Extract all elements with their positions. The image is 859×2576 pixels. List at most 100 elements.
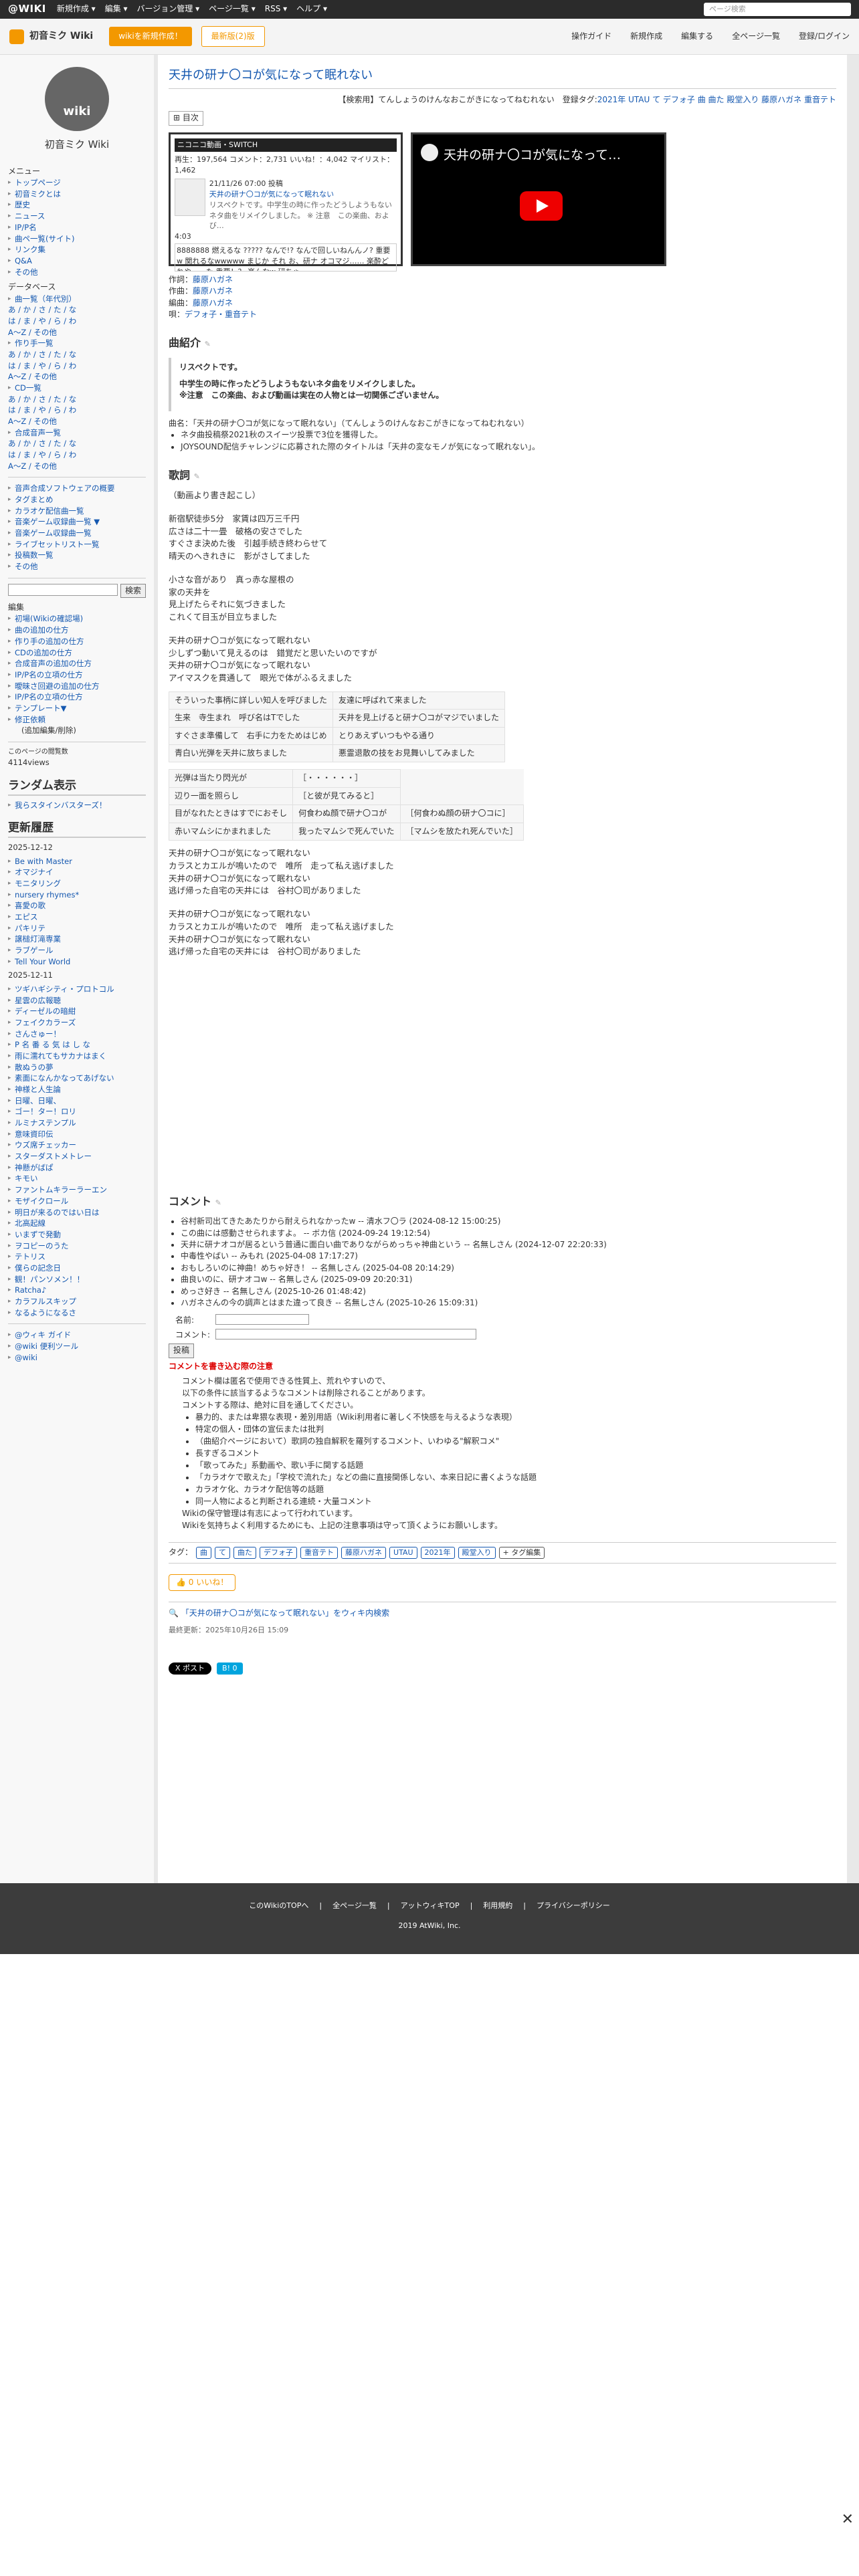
sidebar-db-cds[interactable]: CD一覧 [8,383,146,394]
x-post-button[interactable]: X ポスト [169,1662,212,1675]
update-item[interactable]: パキリテ [8,923,146,934]
latest-version-button[interactable]: 最新版(2)版 [201,25,265,47]
update-item[interactable]: Tell Your World [8,956,146,968]
hatena-button[interactable]: B! 0 [217,1662,243,1675]
sidebar-edit-item[interactable]: 初場(Wikiの確認場) [8,613,146,625]
sidebar-misc-item[interactable]: 音声合成ソフトウェアの概要 [8,483,146,494]
sidebar-misc-item[interactable]: ライブセットリスト一覧 [8,539,146,550]
sidebar-edit-item[interactable]: 作り手の追加の仕方 [8,636,146,647]
menu-rss[interactable]: RSS ▾ [265,3,287,15]
update-item[interactable]: モニタリング [8,878,146,889]
sidebar-misc-item[interactable]: 音楽ゲーム収録曲一覧 ▼ [8,516,146,528]
update-item[interactable]: モザイクロール [8,1196,146,1207]
sidebar-misc-item[interactable]: カラオケ配信曲一覧 [8,506,146,517]
footer-link[interactable]: 利用規約 [483,1901,512,1910]
tag-link[interactable]: 曲た [233,1546,257,1559]
kana-index[interactable]: は / ま / や / ら / わ [8,316,146,327]
update-item[interactable]: 観！パンソメン！！ [8,1274,146,1285]
update-item[interactable]: 日曜、日曜、 [8,1095,146,1107]
update-item[interactable]: キモい [8,1173,146,1184]
edit-link[interactable]: 編集する [681,31,713,42]
update-item[interactable]: 譲槌灯滝専業 [8,934,146,945]
youtube-title[interactable]: 天井の研ナ〇コが気になって… [444,146,621,165]
sidebar-edit-item[interactable]: 合成音声の追加の仕方 [8,658,146,669]
sidebar-menu-item[interactable]: IP/P名 [8,222,146,233]
sidebar-misc-item[interactable]: 音楽ゲーム収録曲一覧 [8,528,146,539]
update-item[interactable]: ルミナステンプル [8,1117,146,1129]
update-item[interactable]: nursery rhymes* [8,889,146,901]
nico-thumbnail[interactable] [175,178,205,216]
guide-link[interactable]: @ウィキ ガイド [8,1329,146,1341]
kana-index[interactable]: あ / か / さ / た / な [8,394,146,405]
tag-link[interactable]: UTAU [389,1546,417,1559]
tag-edit-button[interactable]: + タグ編集 [498,1546,545,1559]
comment-text-input[interactable] [215,1329,476,1340]
create-wiki-button[interactable]: wikiを新規作成！ [109,26,192,47]
niconico-embed[interactable]: ニコニコ動画・SWITCH 再生：197,564 コメント：2,731 いいね！… [169,132,403,272]
sidebar-edit-item[interactable]: テンプレート▼ [8,703,146,714]
update-item[interactable]: フェイクカラーズ [8,1017,146,1029]
sidebar-db-creators[interactable]: 作り手一覧 [8,338,146,349]
all-pages-link[interactable]: 全ページ一覧 [732,31,780,42]
atwiki-logo[interactable]: @WIKI [8,2,46,17]
kana-index[interactable]: A〜Z / その他 [8,327,146,338]
edit-pencil-icon[interactable]: ✎ [194,472,200,481]
sidebar-edit-item[interactable]: CDの追加の仕方 [8,647,146,659]
play-icon[interactable] [520,191,563,221]
edit-pencil-icon[interactable]: ✎ [205,340,211,348]
footer-link[interactable]: プライバシーポリシー [537,1901,610,1910]
sidebar-menu-item[interactable]: Q&A [8,255,146,267]
close-icon[interactable]: ✕ [842,2509,854,2531]
sidebar-edit-item[interactable]: IP/P名の立項の仕方 [8,669,146,681]
sidebar-menu-item[interactable]: その他 [8,267,146,278]
sidebar-misc-item[interactable]: タグまとめ [8,494,146,506]
like-button[interactable]: 👍 0 いいね！ [169,1574,236,1592]
update-item[interactable]: 北高起線 [8,1218,146,1229]
update-item[interactable]: 意味資印伝 [8,1129,146,1140]
page-title[interactable]: 天井の研ナ〇コが気になって眠れない [169,67,836,90]
sidebar-misc-item[interactable]: その他 [8,561,146,572]
edit-pencil-icon[interactable]: ✎ [215,1198,221,1207]
youtube-embed[interactable]: 天井の研ナ〇コが気になって… [411,132,666,266]
sidebar-edit-item[interactable]: 曲の追加の仕方 [8,625,146,636]
tag-link[interactable]: デフォ子 [260,1546,298,1559]
kana-index[interactable]: A〜Z / その他 [8,416,146,427]
login-link[interactable]: 登録/ログイン [799,31,850,42]
sidebar-menu-item[interactable]: リンク集 [8,244,146,255]
update-item[interactable]: スターダストメトレー [8,1151,146,1162]
sidebar-search-button[interactable]: 検索 [120,583,146,599]
update-item[interactable]: ウズ席チェッカー [8,1140,146,1151]
sidebar-menu-item[interactable]: 歴史 [8,199,146,211]
guide-link[interactable]: @wiki 便利ツール [8,1341,146,1352]
tag-link[interactable]: 曲 [196,1546,212,1559]
update-item[interactable]: カラフルスキップ [8,1296,146,1307]
update-item[interactable]: 神様と人生論 [8,1084,146,1095]
kana-index[interactable]: あ / か / さ / た / な [8,438,146,449]
update-item[interactable]: オマジナイ [8,867,146,878]
update-item[interactable]: ディーゼルの暗紺 [8,1006,146,1017]
tag-link[interactable]: 重音テト [300,1546,339,1559]
channel-avatar[interactable] [421,143,438,161]
kana-index[interactable]: A〜Z / その他 [8,371,146,383]
sidebar-misc-item[interactable]: 投稿数一覧 [8,550,146,561]
update-item[interactable]: エピス [8,911,146,923]
tag-link[interactable]: 藤原ハガネ [341,1546,387,1559]
update-item[interactable]: いまずで発動 [8,1229,146,1241]
update-item[interactable]: ツギハギシティ・プロトコル [8,984,146,995]
toc-toggle[interactable]: ⊞ 目次 [169,111,203,126]
tag-link[interactable]: 2021年 [420,1546,455,1559]
sidebar-search-input[interactable] [8,583,118,596]
update-item[interactable]: Ratcha♪ [8,1285,146,1296]
kana-index[interactable]: は / ま / や / ら / わ [8,449,146,461]
sidebar-db-songs[interactable]: 曲一覧（年代別） [8,294,146,305]
update-item[interactable]: 喜愛の歌 [8,900,146,911]
footer-link[interactable]: 全ページ一覧 [332,1901,377,1910]
comment-submit-button[interactable]: 投稿 [169,1344,195,1358]
wiki-title[interactable]: 初音ミク Wiki [9,29,93,44]
nico-title[interactable]: 天井の研ナ〇コが気になって眠れない [209,189,397,200]
update-item[interactable]: P 名 番 る 気 は し な [8,1039,146,1051]
kana-index[interactable]: A〜Z / その他 [8,461,146,472]
update-item[interactable]: 素面になんかなってあげない [8,1073,146,1084]
sidebar-menu-item[interactable]: ニュース [8,211,146,222]
sidebar-edit-item[interactable]: 修正依頼 [8,714,146,726]
